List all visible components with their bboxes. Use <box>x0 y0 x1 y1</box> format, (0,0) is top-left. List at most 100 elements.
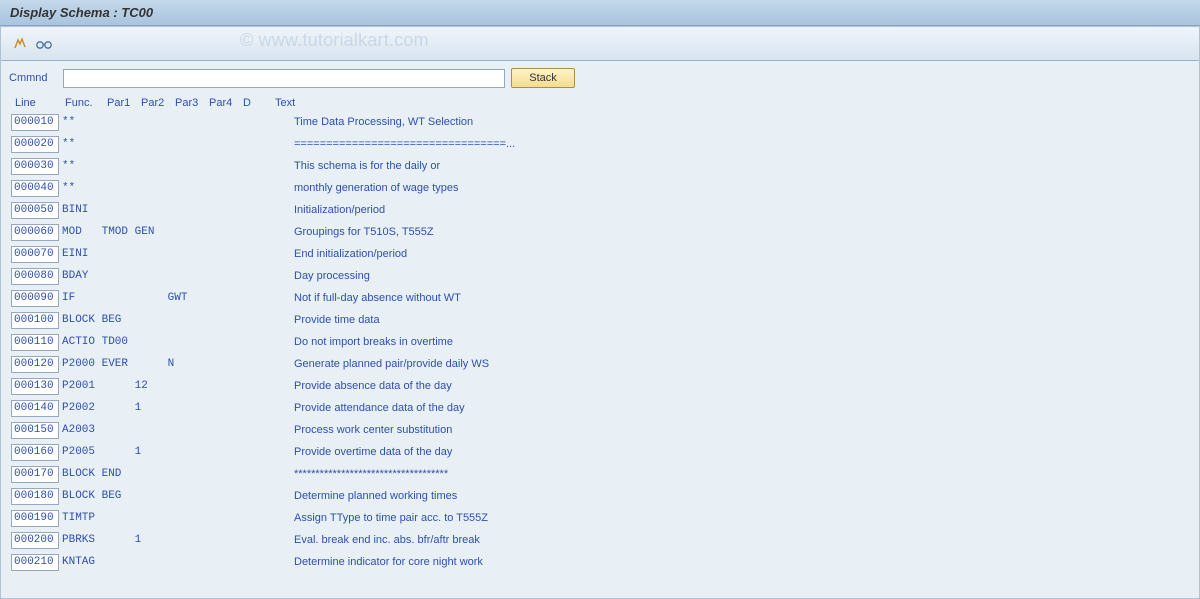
line-number-input[interactable] <box>11 444 59 461</box>
line-number-input[interactable] <box>11 246 59 263</box>
column-headers: Line Func. Par1 Par2 Par3 Par4 D Text <box>9 95 1191 111</box>
table-row: BLOCK BEG Determine planned working time… <box>9 485 1191 507</box>
func-params: TIMTP <box>62 512 256 524</box>
table-row: BLOCK END ******************************… <box>9 463 1191 485</box>
table-row: P2002 1 Provide attendance data of the d… <box>9 397 1191 419</box>
row-text: Initialization/period <box>256 204 385 216</box>
row-text: Groupings for T510S, T555Z <box>256 226 434 238</box>
table-row: ** =================================... <box>9 133 1191 155</box>
table-row: P2001 12 Provide absence data of the day <box>9 375 1191 397</box>
line-number-input[interactable] <box>11 422 59 439</box>
row-text: monthly generation of wage types <box>256 182 459 194</box>
page-title: Display Schema : TC00 <box>10 5 153 20</box>
line-number-input[interactable] <box>11 136 59 153</box>
table-row: IF GWT Not if full-day absence without W… <box>9 287 1191 309</box>
header-text: Text <box>257 97 1191 109</box>
line-number-input[interactable] <box>11 378 59 395</box>
stack-button[interactable]: Stack <box>511 68 575 88</box>
content-area: Cmmnd Stack Line Func. Par1 Par2 Par3 Pa… <box>1 61 1199 573</box>
func-params: P2002 1 <box>62 402 256 414</box>
func-params: P2000 EVER N <box>62 358 256 370</box>
table-row: BDAY Day processing <box>9 265 1191 287</box>
title-bar: Display Schema : TC00 <box>0 0 1200 26</box>
row-text: Process work center substitution <box>256 424 452 436</box>
table-row: ** Time Data Processing, WT Selection <box>9 111 1191 133</box>
row-text: =================================... <box>256 138 515 150</box>
row-text: Determine planned working times <box>256 490 457 502</box>
line-number-input[interactable] <box>11 356 59 373</box>
func-params: KNTAG <box>62 556 256 568</box>
line-number-input[interactable] <box>11 466 59 483</box>
command-label: Cmmnd <box>9 72 57 84</box>
line-number-input[interactable] <box>11 180 59 197</box>
table-row: P2005 1 Provide overtime data of the day <box>9 441 1191 463</box>
func-params: BINI <box>62 204 256 216</box>
line-number-input[interactable] <box>11 488 59 505</box>
table-row: TIMTP Assign TType to time pair acc. to … <box>9 507 1191 529</box>
line-number-input[interactable] <box>11 554 59 571</box>
table-row: MOD TMOD GEN Groupings for T510S, T555Z <box>9 221 1191 243</box>
table-row: EINI End initialization/period <box>9 243 1191 265</box>
table-row: ACTIO TD00 Do not import breaks in overt… <box>9 331 1191 353</box>
table-row: ** monthly generation of wage types <box>9 177 1191 199</box>
func-params: P2001 12 <box>62 380 256 392</box>
table-row: PBRKS 1 Eval. break end inc. abs. bfr/af… <box>9 529 1191 551</box>
line-number-input[interactable] <box>11 290 59 307</box>
line-number-input[interactable] <box>11 202 59 219</box>
func-params: P2005 1 <box>62 446 256 458</box>
func-params: ** <box>62 182 256 194</box>
table-row: KNTAG Determine indicator for core night… <box>9 551 1191 573</box>
line-number-input[interactable] <box>11 532 59 549</box>
func-params: BDAY <box>62 270 256 282</box>
line-number-input[interactable] <box>11 158 59 175</box>
content-frame: © www.tutorialkart.com Cmmnd Stack Line … <box>0 26 1200 599</box>
table-row: BLOCK BEG Provide time data <box>9 309 1191 331</box>
command-input[interactable] <box>63 69 505 88</box>
table-row: ** This schema is for the daily or <box>9 155 1191 177</box>
row-text: Not if full-day absence without WT <box>256 292 461 304</box>
line-number-input[interactable] <box>11 114 59 131</box>
func-params: BLOCK BEG <box>62 490 256 502</box>
row-text: Provide attendance data of the day <box>256 402 465 414</box>
line-number-input[interactable] <box>11 510 59 527</box>
edit-icon[interactable] <box>11 35 29 53</box>
header-par1: Par1 <box>107 97 141 109</box>
func-params: ** <box>62 116 256 128</box>
func-params: A2003 <box>62 424 256 436</box>
line-number-input[interactable] <box>11 268 59 285</box>
row-text: Provide time data <box>256 314 380 326</box>
row-text: Provide overtime data of the day <box>256 446 452 458</box>
row-text: Generate planned pair/provide daily WS <box>256 358 489 370</box>
header-par4: Par4 <box>209 97 243 109</box>
table-row: A2003 Process work center substitution <box>9 419 1191 441</box>
row-text: Determine indicator for core night work <box>256 556 483 568</box>
toolbar <box>1 27 1199 61</box>
header-line: Line <box>11 97 65 109</box>
row-text: End initialization/period <box>256 248 407 260</box>
line-number-input[interactable] <box>11 312 59 329</box>
row-text: Day processing <box>256 270 370 282</box>
func-params: ** <box>62 160 256 172</box>
header-d: D <box>243 97 257 109</box>
func-params: PBRKS 1 <box>62 534 256 546</box>
table-row: P2000 EVER N Generate planned pair/provi… <box>9 353 1191 375</box>
command-row: Cmmnd Stack <box>9 65 1191 92</box>
func-params: ACTIO TD00 <box>62 336 256 348</box>
table-body: ** Time Data Processing, WT Selection** … <box>9 111 1191 573</box>
line-number-input[interactable] <box>11 224 59 241</box>
row-text: Provide absence data of the day <box>256 380 452 392</box>
row-text: Time Data Processing, WT Selection <box>256 116 473 128</box>
row-text: This schema is for the daily or <box>256 160 440 172</box>
func-params: EINI <box>62 248 256 260</box>
header-par3: Par3 <box>175 97 209 109</box>
row-text: ************************************ <box>256 468 448 480</box>
row-text: Do not import breaks in overtime <box>256 336 453 348</box>
glasses-icon[interactable] <box>35 35 53 53</box>
func-params: BLOCK BEG <box>62 314 256 326</box>
func-params: MOD TMOD GEN <box>62 226 256 238</box>
row-text: Eval. break end inc. abs. bfr/aftr break <box>256 534 480 546</box>
func-params: ** <box>62 138 256 150</box>
line-number-input[interactable] <box>11 400 59 417</box>
line-number-input[interactable] <box>11 334 59 351</box>
row-text: Assign TType to time pair acc. to T555Z <box>256 512 488 524</box>
